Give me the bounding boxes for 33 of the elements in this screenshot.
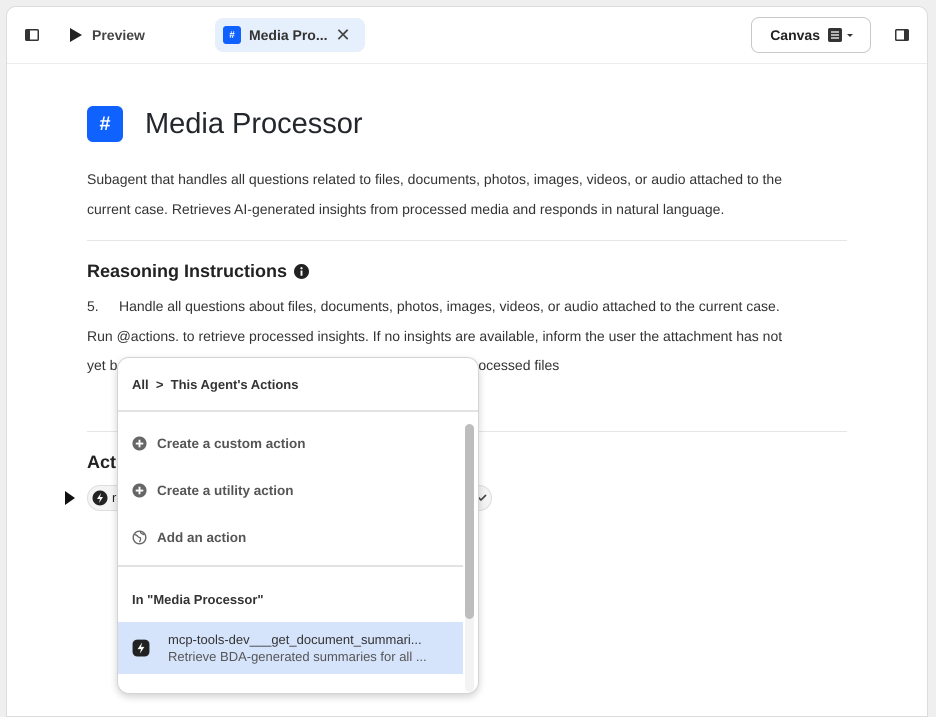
sidebar-toggle-icon[interactable] [25,29,39,41]
agent-title: Media Processor [145,108,363,140]
scrollbar[interactable] [465,424,474,692]
globe-icon [132,530,147,545]
instruction-text: Handle all questions about files, documents, photos, images, videos, or audio attached to the current case. [119,297,780,316]
hash-icon: # [222,26,241,44]
menu-item[interactable]: Create a custom action [118,420,463,467]
lightning-icon [132,639,150,657]
agent-icon: # [87,106,123,142]
menu-item[interactable]: Create a utility action [118,467,463,514]
lightning-icon [92,490,108,506]
play-icon [69,28,82,42]
menu-item[interactable]: Add an action [118,514,463,561]
instruction-text: Run @actions. to retrieve processed insights. If no insights are available, inform the user the attachment has not [87,326,782,346]
instruction-text: yet b [87,356,118,375]
action-item[interactable]: mcp-tools-dev___get_document_summari... Retrieve BDA-generated summaries for all ... [118,622,463,674]
caret-right-icon[interactable] [65,490,75,504]
layout-dropdown-icon [828,28,854,42]
plus-circle-icon [132,483,147,498]
section-heading: Reasoning Instructions [87,261,288,282]
section-heading: Act [87,452,116,472]
agent-description: Subagent that handles all questions related to files, documents, photos, images, videos, or audio attached to the current case. Retrieves AI-generated insights from processed media and responds in natural language. [87,170,784,219]
breadcrumb[interactable]: All > This Agent's Actions [118,358,478,412]
plus-circle-icon [132,436,147,451]
panel-toggle-icon[interactable] [895,29,909,41]
tab[interactable]: # Media Pro... ✕ [214,18,365,52]
info-icon[interactable] [294,264,310,279]
canvas-button[interactable]: Canvas [751,17,871,53]
section-label: In "Media Processor" [131,591,265,609]
close-icon[interactable]: ✕ [336,24,351,46]
list-number: 5. [87,297,100,316]
preview-button[interactable]: Preview [65,23,149,47]
instruction-text: ocessed files [478,356,560,375]
